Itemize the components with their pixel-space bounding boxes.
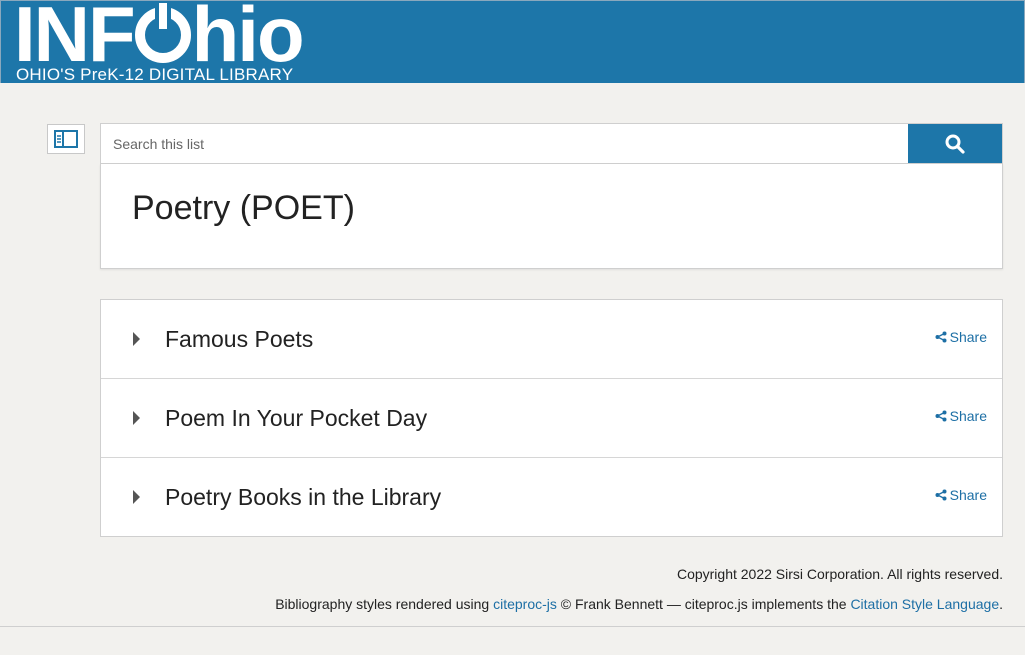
share-label: Share — [949, 329, 987, 345]
infohio-logo[interactable]: INF hio OHIO'S PreK-12 DIGITAL LIBRARY — [14, 1, 319, 83]
list-item-title[interactable]: Famous Poets — [165, 326, 313, 353]
list-item-poetry-books-in-the-library[interactable]: Poetry Books in the Library Share — [101, 458, 1002, 537]
biblio-middle: © Frank Bennett — citeproc.js implements… — [556, 596, 851, 612]
citation-style-language-link[interactable]: Citation Style Language — [850, 596, 999, 612]
biblio-prefix: Bibliography styles rendered using — [275, 596, 494, 612]
search-button[interactable] — [908, 124, 1002, 163]
logo-tagline: OHIO'S PreK-12 DIGITAL LIBRARY — [16, 65, 294, 83]
citeproc-js-link[interactable]: citeproc-js — [493, 596, 557, 612]
power-icon — [134, 3, 191, 63]
list-item-title[interactable]: Poetry Books in the Library — [165, 484, 441, 511]
search-icon — [945, 134, 965, 154]
share-icon — [935, 410, 947, 422]
share-label: Share — [949, 487, 987, 503]
search-input[interactable] — [101, 124, 907, 163]
share-icon — [935, 331, 947, 343]
list-item-title[interactable]: Poem In Your Pocket Day — [165, 405, 427, 432]
footer-copyright: Copyright 2022 Sirsi Corporation. All ri… — [676, 566, 1003, 582]
caret-right-icon[interactable] — [133, 411, 140, 425]
resource-list: Famous Poets Share Poem In Your Pocket D… — [100, 299, 1003, 537]
sidebar-panel-icon — [54, 130, 78, 148]
list-title-card: Poetry (POET) — [100, 164, 1003, 269]
site-header: INF hio OHIO'S PreK-12 DIGITAL LIBRARY — [0, 0, 1025, 83]
footer-bibliography-note: Bibliography styles rendered using citep… — [275, 596, 1003, 612]
share-link[interactable]: Share — [935, 487, 987, 503]
share-link[interactable]: Share — [935, 408, 987, 424]
caret-right-icon[interactable] — [133, 490, 140, 504]
share-label: Share — [949, 408, 987, 424]
sidebar-toggle-button[interactable] — [47, 124, 85, 154]
caret-right-icon[interactable] — [133, 332, 140, 346]
share-link[interactable]: Share — [935, 329, 987, 345]
page-title: Poetry (POET) — [132, 189, 355, 227]
share-icon — [935, 489, 947, 501]
bottom-divider — [0, 626, 1025, 627]
list-item-poem-in-your-pocket-day[interactable]: Poem In Your Pocket Day Share — [101, 379, 1002, 458]
biblio-suffix: . — [999, 596, 1003, 612]
logo-wordmark: INF hio — [14, 0, 305, 78]
list-item-famous-poets[interactable]: Famous Poets Share — [101, 300, 1002, 379]
search-bar — [100, 123, 1003, 164]
